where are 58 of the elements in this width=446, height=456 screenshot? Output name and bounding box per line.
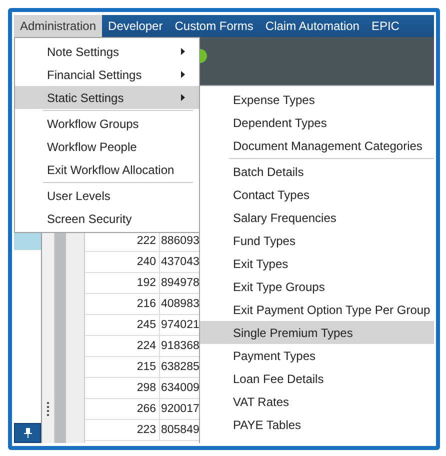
menu-item-label: Static Settings [47,90,124,104]
menu-item-label: Note Settings [47,44,120,58]
menu-item[interactable]: PAYE Tables [200,413,434,436]
table-cell-text: 920017 [160,402,200,417]
menu-item-label: Workflow People [47,140,137,154]
menu-item[interactable]: Contact Types [200,183,434,206]
menu-item[interactable]: Document Management Categories [200,134,434,157]
menu-item[interactable]: Exit Types [200,252,434,275]
table-cell-text: 638285 [160,360,200,375]
menu-item[interactable]: Exit Workflow Allocation [15,158,199,181]
menu-item-label: User Levels [47,188,110,202]
menu-item[interactable]: Static Settings [15,86,199,109]
table-cell: 192 [85,273,160,293]
menu-item[interactable]: Workflow People [15,135,199,158]
menu-item[interactable]: User Levels [15,184,199,207]
table-cell-text: 974021 [160,318,200,333]
table-cell: 266 [85,399,160,419]
pin-icon [24,428,32,438]
menu-item[interactable]: Loan Fee Details [200,367,434,390]
table-cell: 216 [85,294,160,314]
table-cell-text: 805849 [160,423,200,438]
menu-item[interactable]: Payment Types [200,344,434,367]
menu-item-label: Financial Settings [47,68,142,82]
menu-item[interactable]: Exit Type Groups [200,275,434,298]
menu-item[interactable]: Financial Settings [15,63,199,86]
menu-bar-item[interactable]: Administration [14,15,102,37]
menu-item[interactable]: Salary Frequencies [200,206,434,229]
menu-item[interactable]: Batch Details [200,160,434,183]
menu-item[interactable]: Note Settings [15,40,199,63]
table-cell: 245 [85,315,160,335]
table-cell: 224 [85,336,160,356]
table-cell: 215 [85,357,160,377]
menu-item-label: Workflow Groups [47,116,139,130]
table-cell-text: 886093 [160,234,200,249]
menu-item[interactable]: Exit Payment Option Type Per Group [200,298,434,321]
menu-item-label: Exit Workflow Allocation [47,162,174,176]
table-cell-text: 634009 [160,381,200,396]
menu-item[interactable]: Screen Security [15,207,199,230]
menu-item-label: Screen Security [47,212,132,226]
menu-item[interactable]: Single Premium Types [200,321,434,344]
table-cell-text: 894978 [160,276,200,291]
table-cell: 223 [85,420,160,440]
table-cell: 240 [85,252,160,272]
grip-icon [47,402,50,416]
table-cell-text: 918368 [160,339,200,354]
table-cell-text: 437043 [160,255,200,270]
menu-item[interactable]: Fund Types [200,229,434,252]
menu-bar-item[interactable]: Developer [102,15,169,37]
table-cell-text: 408983 [160,297,200,312]
menu-item[interactable]: Workflow Groups [15,112,199,135]
menu-item[interactable]: Expense Types [200,88,434,111]
menu-bar-item[interactable]: Custom Forms [168,15,260,37]
pin-button[interactable] [14,423,41,443]
menu-bar-item[interactable]: Claim Automation [259,15,366,37]
menu-item[interactable]: VAT Rates [200,390,434,413]
table-cell: 298 [85,378,160,398]
menu-item[interactable]: Dependent Types [200,111,434,134]
menu-bar-item[interactable]: EPIC [365,15,406,37]
